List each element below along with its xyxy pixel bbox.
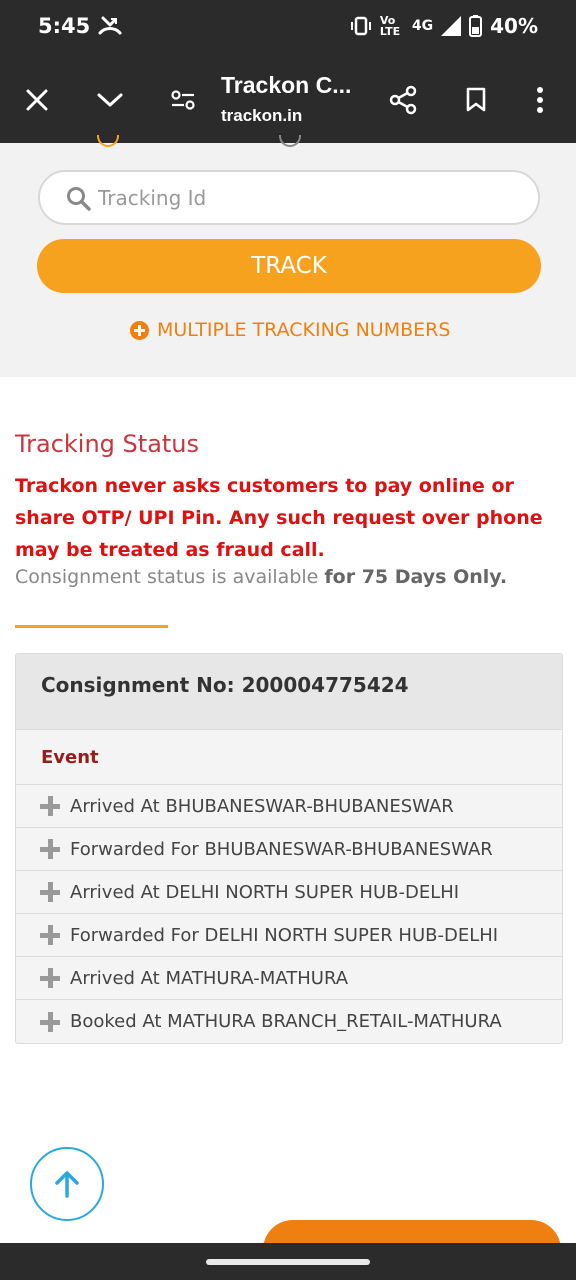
network-type: 4G [411, 17, 434, 34]
close-icon [26, 89, 48, 111]
event-text: Booked At MATHURA BRANCH_RETAIL-MATHURA [70, 1011, 502, 1032]
signal-icon [441, 16, 462, 36]
event-text: Forwarded For DELHI NORTH SUPER HUB-DELH… [70, 924, 499, 946]
bookmark-icon [466, 87, 486, 112]
event-row[interactable]: Forwarded For DELHI NORTH SUPER HUB-DELH… [16, 914, 562, 957]
radio-option-1[interactable] [97, 135, 119, 147]
share-button[interactable] [383, 80, 423, 120]
radio-option-2[interactable] [279, 135, 301, 147]
status-bar: 5:45 Vo LTE 4G 40% [0, 0, 576, 56]
multiple-tracking-link[interactable]: MULTIPLE TRACKING NUMBERS [130, 319, 450, 341]
page-title: Trackon C... [221, 72, 352, 98]
site-settings-icon [171, 90, 195, 110]
expand-plus-icon[interactable] [40, 839, 60, 859]
event-text: Arrived At BHUBANESWAR-BHUBANESWAR [70, 795, 454, 817]
close-button[interactable] [17, 80, 57, 120]
browser-toolbar: Trackon C... trackon.in [0, 56, 576, 143]
track-button[interactable]: TRACK [37, 239, 541, 293]
event-text: Arrived At DELHI NORTH SUPER HUB-DELHI [70, 881, 460, 903]
battery-icon [469, 15, 483, 37]
multiple-tracking-label: MULTIPLE TRACKING NUMBERS [157, 319, 451, 341]
accent-divider [15, 625, 168, 628]
availability-note: Consignment status is available for 75 D… [15, 566, 507, 588]
fraud-warning: Trackon never asks customers to pay onli… [15, 475, 543, 561]
tracking-id-input[interactable] [98, 182, 518, 214]
plus-circle-icon [130, 320, 149, 340]
expand-plus-icon[interactable] [40, 925, 60, 945]
event-text: Forwarded For BHUBANESWAR-BHUBANESWAR [70, 838, 493, 860]
system-nav-bar [0, 1243, 576, 1280]
event-text: Arrived At MATHURA-MATHURA [70, 967, 349, 989]
event-row[interactable]: Forwarded For BHUBANESWAR-BHUBANESWAR [16, 828, 562, 871]
page-url[interactable]: trackon.in [221, 106, 302, 126]
share-icon [389, 85, 417, 115]
arrow-up-icon [55, 1171, 79, 1198]
vibrate-icon [350, 16, 371, 36]
availability-prefix: Consignment status is available [15, 566, 325, 588]
status-time: 5:45 [38, 14, 91, 38]
event-column-header: Event [16, 730, 562, 785]
battery-level: 40% [490, 14, 538, 38]
expand-plus-icon[interactable] [40, 882, 60, 902]
home-gesture-handle[interactable] [206, 1259, 370, 1265]
consignment-header: Consignment No: 200004775424 [16, 654, 562, 730]
more-vert-icon [537, 87, 543, 113]
expand-plus-icon[interactable] [40, 968, 60, 988]
event-row[interactable]: Booked At MATHURA BRANCH_RETAIL-MATHURA [16, 1000, 562, 1043]
search-icon [67, 187, 91, 211]
event-row[interactable]: Arrived At MATHURA-MATHURA [16, 957, 562, 1000]
availability-days: for 75 Days Only. [324, 566, 508, 588]
tracking-search-section: TRACK MULTIPLE TRACKING NUMBERS [0, 135, 576, 377]
consignment-number: Consignment No: 200004775424 [41, 672, 409, 697]
tracking-id-field[interactable] [38, 170, 540, 225]
status-indicators: Vo LTE 4G 40% [350, 14, 538, 38]
volte-label: Vo LTE [379, 14, 401, 38]
expand-plus-icon[interactable] [40, 1011, 60, 1032]
minimize-button[interactable] [90, 80, 130, 120]
bookmark-button[interactable] [456, 80, 496, 120]
event-row[interactable]: Arrived At BHUBANESWAR-BHUBANESWAR [16, 785, 562, 828]
site-settings-button[interactable] [163, 80, 203, 120]
chevron-down-icon [97, 93, 123, 107]
scroll-to-top-button[interactable] [30, 1147, 104, 1221]
more-options-button[interactable] [520, 80, 560, 120]
consignment-card: Consignment No: 200004775424 Event Arriv… [15, 653, 563, 1044]
tracking-status-heading: Tracking Status [15, 430, 200, 458]
event-row[interactable]: Arrived At DELHI NORTH SUPER HUB-DELHI [16, 871, 562, 914]
missed-call-icon [98, 16, 122, 35]
expand-plus-icon[interactable] [40, 796, 60, 816]
